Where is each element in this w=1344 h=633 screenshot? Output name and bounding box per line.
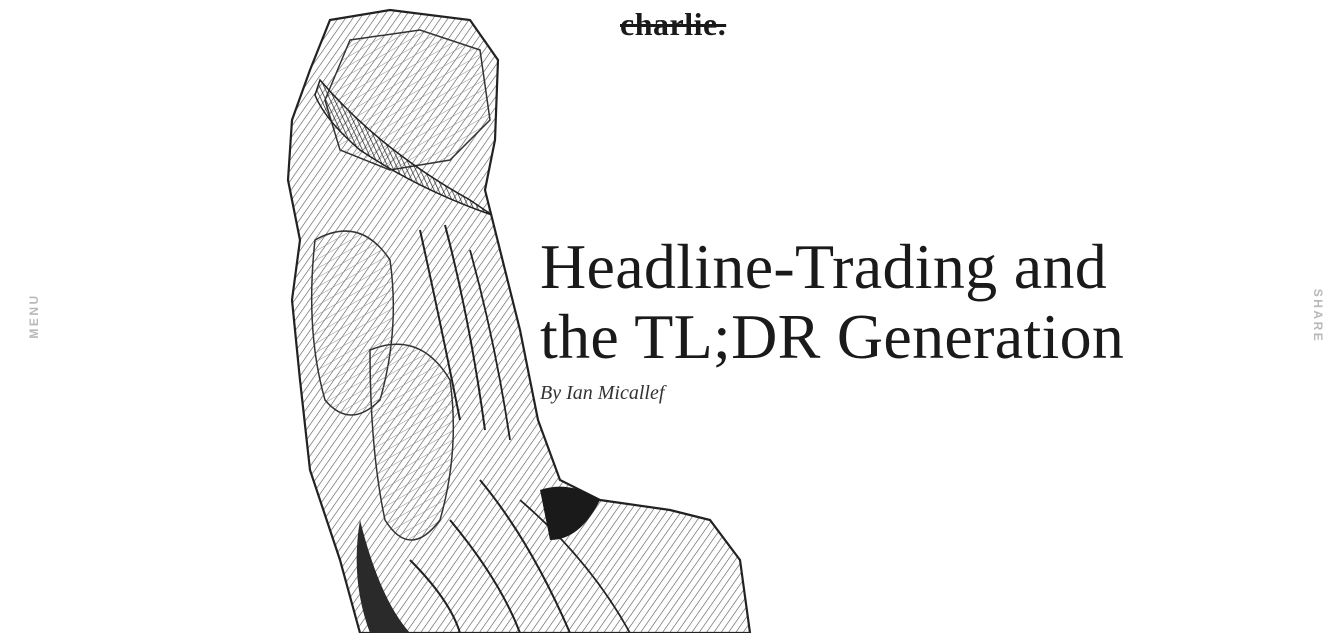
share-button[interactable]: SHARE — [1311, 289, 1325, 344]
article-byline: By Ian Micallef — [540, 382, 665, 404]
menu-button[interactable]: MENU — [27, 293, 41, 338]
article-title-line-2: the TL;DR Generation — [540, 301, 1125, 372]
article-title: Headline-Trading and the TL;DR Generatio… — [540, 232, 1240, 372]
page: charlie. MENU SHARE Headline-Trading and… — [0, 0, 1344, 633]
article-title-line-1: Headline-Trading and — [540, 231, 1108, 302]
article-header: Headline-Trading and the TL;DR Generatio… — [540, 232, 1240, 405]
site-logo[interactable]: charlie. — [620, 8, 726, 40]
